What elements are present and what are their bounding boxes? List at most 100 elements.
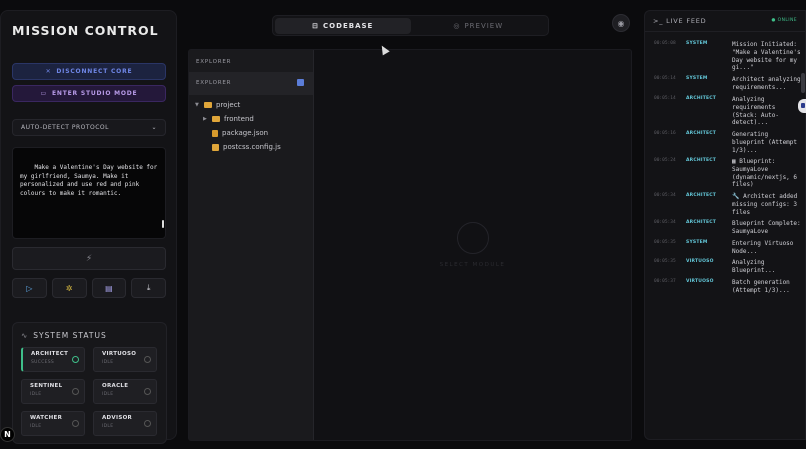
disconnect-core-label: DISCONNECT CORE [56,68,133,75]
tree-file-postcss-config[interactable]: postcss.config.js [212,143,281,151]
divider [645,31,805,32]
workspace: EXPLORER EXPLORER ▼ project ▶ frontend p… [188,49,632,441]
refresh-icon[interactable] [297,79,304,86]
live-feed-label: LIVE FEED [666,17,707,25]
play-button[interactable]: ▷ [12,278,47,298]
online-status-badge: ● ONLINE [771,18,797,23]
log-message: Blueprint Complete: SaumyaLove [732,220,801,235]
online-status-text: ONLINE [777,18,797,23]
log-source: VIRTUOSO [686,259,714,264]
log-source: VIRTUOSO [686,279,714,284]
json-file-icon [212,129,218,137]
js-file-icon [212,143,219,151]
log-message: Analyzing Blueprint... [732,259,776,274]
folder-icon [212,116,220,122]
log-time: 00:05:35 [654,240,676,245]
editor-empty-state: SELECT MODULE [314,50,631,440]
download-icon: ⤓ [146,283,151,292]
caret-down-icon: ▼ [195,102,199,108]
tool-row: ▷ ✲ ▤ ⤓ [12,278,166,298]
clock-icon [144,420,151,427]
tree-folder-frontend[interactable]: ▶ frontend [203,115,254,123]
log-time: 00:05:14 [654,96,676,101]
clock-icon [72,420,79,427]
log-message: Mission Initiated: "Make a Valentine's D… [732,41,801,72]
tree-item-label: frontend [224,115,254,123]
log-message: Analyzing requirements (Stack: Auto-dete… [732,96,779,127]
system-status-title: ∿ SYSTEM STATUS [21,331,107,340]
studio-mode-label: ENTER STUDIO MODE [52,90,138,97]
live-feed-title: >_ LIVE FEED [653,17,707,25]
log-time: 00:05:34 [654,193,676,198]
disconnect-core-button[interactable]: ✕ DISCONNECT CORE [12,63,166,80]
launch-mission-button[interactable]: ⚡ [12,247,166,270]
tab-codebase[interactable]: ⊟ CODEBASE [275,17,411,34]
log-time: 00:05:14 [654,76,676,81]
activity-icon: ∿ [21,331,29,340]
explorer-subheader-label: EXPLORER [196,80,232,86]
clock-icon [144,356,151,363]
chevron-down-icon: ⌄ [151,124,157,131]
explorer-header: EXPLORER [196,59,232,65]
bug-icon: ✲ [65,283,73,293]
log-time: 00:05:16 [654,131,676,136]
empty-state-text: SELECT MODULE [439,262,506,268]
agent-card-sentinel: SENTINEL IDLE [21,379,85,404]
panel-title: MISSION CONTROL [12,23,159,38]
log-source: ARCHITECT [686,220,717,225]
tree-item-label: project [216,101,241,109]
tree-file-package-json[interactable]: package.json [212,129,268,137]
agent-card-watcher: WATCHER IDLE [21,411,85,436]
live-feed-panel: >_ LIVE FEED ● ONLINE 00:05:08 SYSTEM Mi… [644,10,806,440]
log-source: ARCHITECT [686,96,717,101]
log-message: 🔧 Architect added missing configs: 3 fil… [732,193,798,216]
log-message: Batch generation (Attempt 1/3)... [732,279,790,294]
studio-mode-button[interactable]: ▭ ENTER STUDIO MODE [12,85,166,102]
mission-prompt-textarea[interactable]: Make a Valentine's Day website for my gi… [12,147,166,239]
document-icon: ▤ [105,283,113,293]
file-explorer: EXPLORER EXPLORER ▼ project ▶ frontend p… [189,50,314,440]
debug-button[interactable]: ✲ [51,278,87,298]
clock-icon [144,388,151,395]
view-tabs: ⊟ CODEBASE ◎ PREVIEW [272,15,549,36]
log-message: Entering Virtuoso Node... [732,240,794,255]
explorer-subheader: EXPLORER [189,72,313,95]
lightning-icon: ⚡ [85,253,93,264]
document-button[interactable]: ▤ [91,278,127,298]
textarea-resize-handle[interactable] [162,220,164,228]
tree-item-label: package.json [222,129,269,137]
protocol-value: AUTO-DETECT PROTOCOL [21,124,109,131]
folder-icon [204,102,212,108]
protocol-select[interactable]: AUTO-DETECT PROTOCOL ⌄ [12,119,166,136]
next-logo-badge[interactable]: N [0,427,15,442]
log-time: 00:05:34 [654,220,676,225]
download-button[interactable]: ⤓ [131,278,166,298]
feed-scrollbar[interactable] [801,73,805,93]
agent-card-oracle: ORACLE IDLE [93,379,157,404]
prompt-text: Make a Valentine's Day website for my gi… [20,163,161,198]
log-message: Generating blueprint (Attempt 1/3)... [732,131,798,154]
log-source: SYSTEM [686,41,708,46]
log-source: ARCHITECT [686,193,717,198]
log-source: ARCHITECT [686,158,717,163]
eye-icon: ◎ [453,21,461,30]
side-drawer-handle[interactable] [798,99,806,113]
log-message: ▦ Blueprint: SaumyaLove (dynamic/nextjs,… [732,158,798,189]
mission-control-panel: MISSION CONTROL ✕ DISCONNECT CORE ▭ ENTE… [0,10,177,444]
agent-card-architect: ARCHITECT SUCCESS [21,347,85,372]
tree-folder-project[interactable]: ▼ project [195,101,240,109]
tab-preview-label: PREVIEW [464,21,504,30]
check-icon [72,356,79,363]
system-status-box: ∿ SYSTEM STATUS ARCHITECT SUCCESS VIRTUO… [12,322,167,444]
code-icon: ⊟ [312,21,320,30]
play-icon: ▷ [26,283,33,293]
log-source: SYSTEM [686,240,708,245]
tab-preview[interactable]: ◎ PREVIEW [411,18,547,34]
log-time: 00:05:08 [654,41,676,46]
caret-right-icon: ▶ [203,116,207,122]
close-icon: ✕ [45,68,52,75]
tree-item-label: postcss.config.js [223,143,281,151]
agent-card-virtuoso: VIRTUOSO IDLE [93,347,157,372]
fingerprint-button[interactable]: ◉ [612,14,630,32]
empty-state-icon [457,222,489,254]
